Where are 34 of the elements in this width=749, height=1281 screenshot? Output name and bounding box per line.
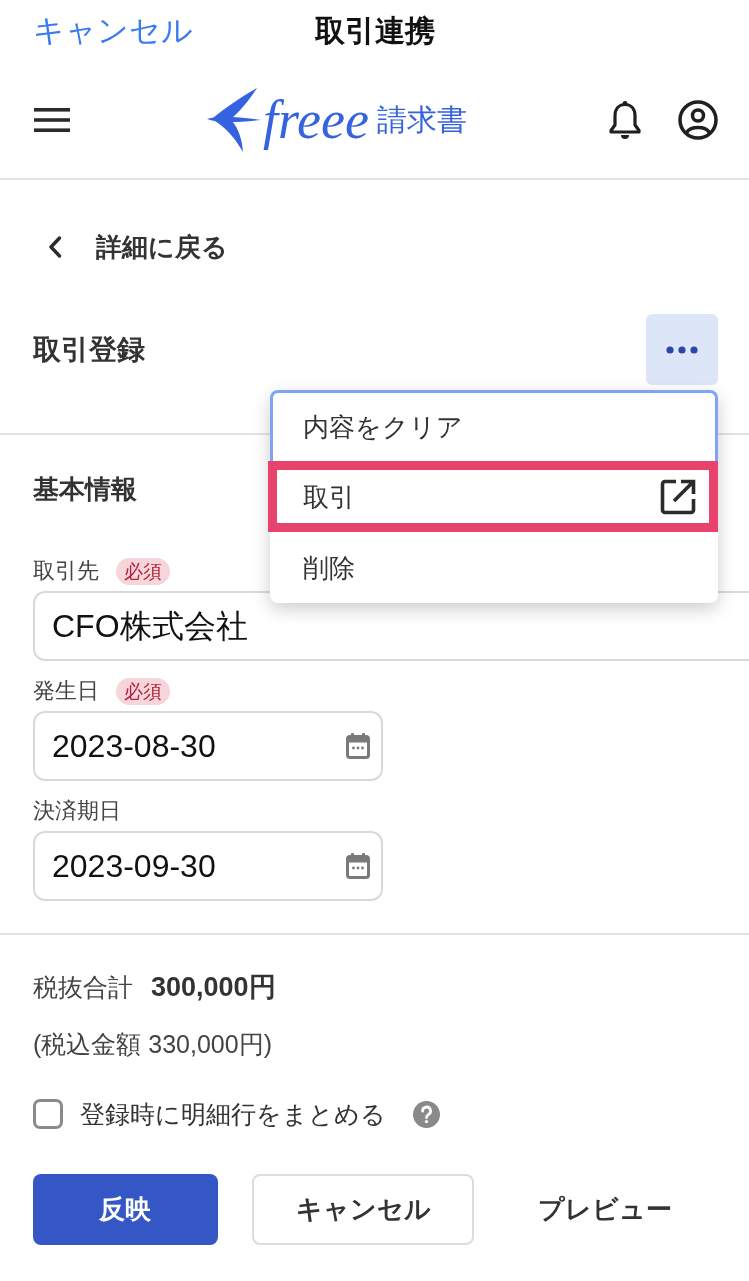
subtotal-label: 税抜合計 — [33, 972, 133, 1003]
required-badge: 必須 — [116, 557, 170, 585]
field-label: 発生日 — [33, 677, 99, 705]
more-button[interactable] — [646, 314, 718, 385]
external-link-icon — [660, 478, 696, 515]
help-icon[interactable] — [413, 1100, 440, 1128]
date-field[interactable]: 2023-08-30 — [33, 711, 383, 781]
user-circle-icon[interactable] — [678, 100, 718, 140]
section-title: 基本情報 — [33, 473, 137, 506]
subtotal-amount: 300,000円 — [151, 971, 276, 1004]
menu-item[interactable]: 取引 — [268, 461, 718, 532]
back-link[interactable]: 詳細に戻る — [48, 230, 228, 264]
menu-item[interactable]: 内容をクリア — [270, 390, 718, 461]
bell-icon[interactable] — [608, 100, 642, 140]
cancel-link[interactable]: キャンセル — [33, 11, 193, 51]
calendar-icon[interactable] — [346, 853, 370, 879]
preview-button[interactable]: プレビュー — [493, 1174, 716, 1245]
logo-text: freee — [263, 90, 369, 150]
field-label: 決済期日 — [33, 797, 121, 825]
dots-icon — [666, 345, 698, 354]
calendar-icon[interactable] — [346, 733, 370, 759]
checkbox[interactable] — [33, 1099, 63, 1129]
date-field[interactable]: 2023-09-30 — [33, 831, 383, 901]
logo-product-name: 請求書 — [376, 102, 467, 138]
field-label: 取引先 — [33, 557, 99, 585]
nav-title: 取引連携 — [314, 13, 435, 49]
cancel-button[interactable]: キャンセル — [251, 1174, 475, 1245]
required-badge: 必須 — [116, 677, 170, 705]
checkbox-label: 登録時に明細行をまとめる — [80, 1099, 386, 1130]
page-title: 取引登録 — [33, 332, 145, 367]
chevron-left-icon — [48, 236, 62, 258]
menu-icon[interactable] — [34, 108, 70, 132]
apply-button[interactable]: 反映 — [33, 1174, 218, 1245]
tax-included-amount: (税込金額 330,000円) — [33, 1029, 272, 1060]
